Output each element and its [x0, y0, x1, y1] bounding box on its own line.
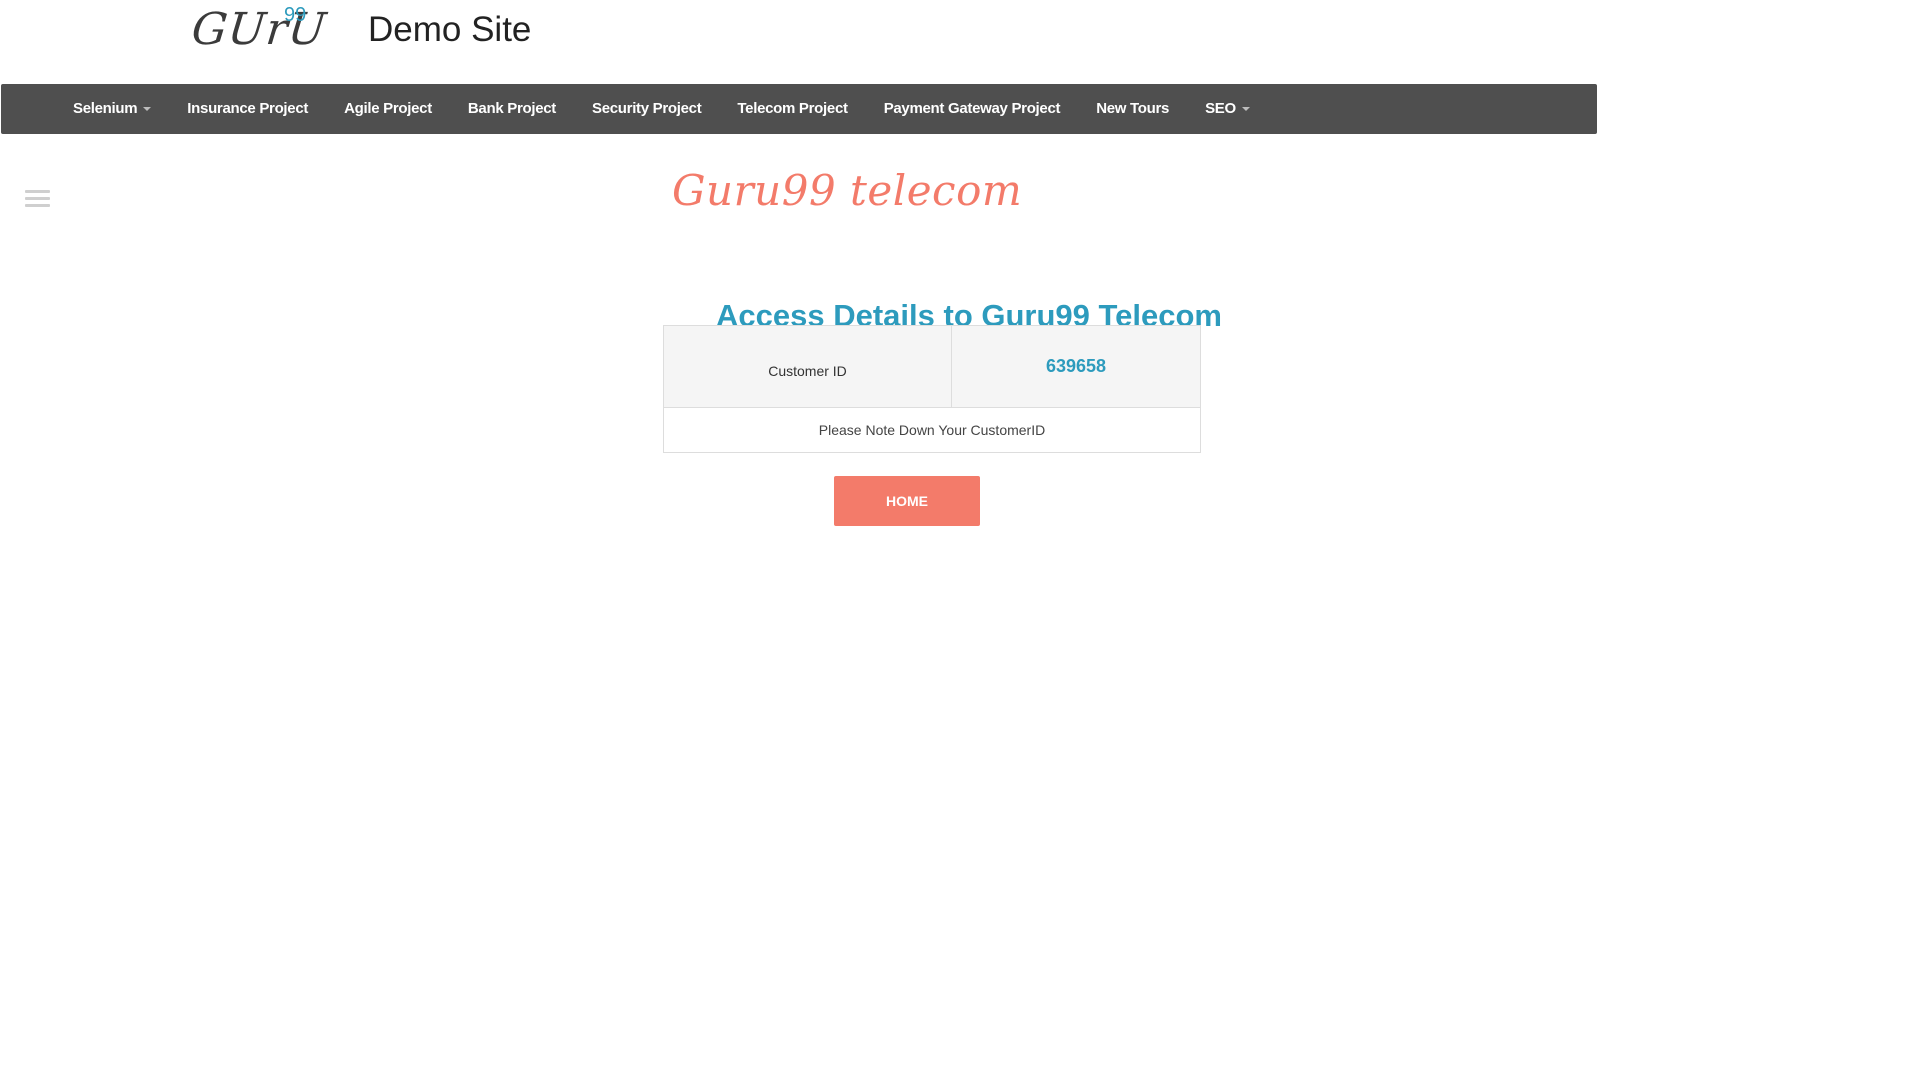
- nav-item-label: Payment Gateway Project: [883, 100, 1061, 117]
- nav-item-label: Telecom Project: [737, 100, 848, 117]
- hamburger-menu-icon[interactable]: [25, 190, 50, 210]
- nav-item-label: Selenium: [73, 100, 138, 117]
- caret-down-icon: [143, 107, 152, 112]
- home-button[interactable]: Home: [834, 476, 980, 526]
- access-details-table: Customer ID 639658 Please Note Down Your…: [663, 325, 1201, 453]
- logo-text: GUrU: [189, 4, 330, 55]
- nav-item-payment-gateway-project[interactable]: Payment Gateway Project: [866, 84, 1079, 134]
- nav-item-label: Agile Project: [344, 100, 432, 117]
- table-row: Customer ID 639658: [663, 325, 1201, 408]
- nav-item-agile-project[interactable]: Agile Project: [326, 84, 450, 134]
- caret-down-icon: [1241, 107, 1250, 112]
- nav-item-label: New Tours: [1096, 100, 1170, 117]
- main-navbar: Selenium Insurance Project Agile Project…: [1, 84, 1597, 134]
- brand-title[interactable]: Guru99 telecom: [672, 166, 1022, 215]
- site-title: Demo Site: [368, 10, 532, 49]
- nav-item-telecom-project[interactable]: Telecom Project: [719, 84, 865, 134]
- customer-id-label: Customer ID: [663, 325, 952, 408]
- hamburger-bar: [25, 204, 50, 207]
- hamburger-bar: [25, 197, 50, 200]
- table-row: Please Note Down Your CustomerID: [663, 407, 1201, 453]
- customer-id-value: 639658: [951, 325, 1201, 408]
- site-header: GUrU 99 Demo Site: [0, 0, 1600, 82]
- nav-item-selenium[interactable]: Selenium: [55, 84, 169, 134]
- nav-list: Selenium Insurance Project Agile Project…: [55, 84, 1268, 134]
- nav-item-insurance-project[interactable]: Insurance Project: [169, 84, 326, 134]
- nav-item-label: Bank Project: [467, 100, 556, 117]
- nav-item-security-project[interactable]: Security Project: [574, 84, 719, 134]
- logo-superscript: 99: [284, 4, 307, 26]
- nav-item-new-tours[interactable]: New Tours: [1078, 84, 1187, 134]
- hamburger-bar: [25, 190, 50, 193]
- nav-item-bank-project[interactable]: Bank Project: [450, 84, 574, 134]
- nav-item-label: SEO: [1205, 100, 1236, 117]
- nav-item-label: Security Project: [592, 100, 702, 117]
- nav-item-seo[interactable]: SEO: [1187, 84, 1268, 134]
- guru99-logo[interactable]: GUrU 99: [189, 4, 329, 60]
- nav-item-label: Insurance Project: [187, 100, 309, 117]
- page: GUrU 99 Demo Site Selenium Insurance Pro…: [0, 0, 1920, 1080]
- note-text: Please Note Down Your CustomerID: [663, 407, 1201, 453]
